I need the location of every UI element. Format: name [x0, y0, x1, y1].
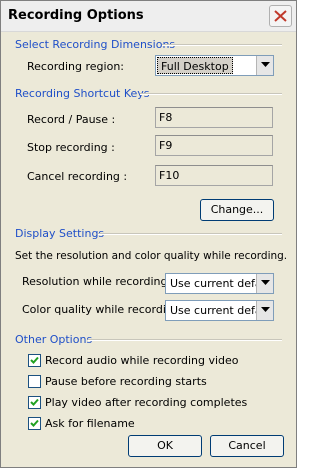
cancel-recording-key-field[interactable]: F10 — [155, 165, 273, 186]
dropdown-arrow-button[interactable] — [256, 274, 273, 293]
display-description: Set the resolution and color quality whi… — [15, 250, 288, 262]
ask-for-filename-checkbox[interactable] — [28, 417, 41, 430]
resolution-select[interactable]: Use current defau — [165, 273, 274, 294]
divider — [162, 44, 282, 46]
section-title-shortcuts: Recording Shortcut Keys — [15, 87, 150, 100]
close-icon — [274, 10, 287, 22]
divider — [98, 233, 282, 235]
stop-recording-label: Stop recording : — [27, 141, 115, 154]
dropdown-arrow-button[interactable] — [256, 301, 273, 320]
cancel-recording-key-value: F10 — [159, 169, 180, 182]
ask-for-filename-label[interactable]: Ask for filename — [45, 417, 135, 430]
play-video-after-checkbox[interactable] — [28, 396, 41, 409]
color-quality-label: Color quality while recording: — [22, 303, 184, 316]
checkmark-icon — [30, 356, 39, 364]
checkmark-icon — [30, 398, 39, 406]
recording-region-value: Full Desktop — [157, 57, 233, 74]
resolution-label: Resolution while recording: — [22, 275, 172, 288]
section-title-other: Other Options — [15, 333, 93, 346]
window-title: Recording Options — [8, 8, 144, 23]
record-audio-checkbox[interactable] — [28, 354, 41, 367]
recording-region-select[interactable]: Full Desktop — [155, 55, 274, 76]
dialog-body: Select Recording Dimensions Recording re… — [2, 33, 295, 467]
chevron-down-icon — [261, 280, 270, 285]
title-bar[interactable]: Recording Options — [1, 1, 296, 32]
stop-recording-key-field[interactable]: F9 — [155, 135, 273, 156]
close-button[interactable] — [269, 5, 292, 27]
record-pause-key-value: F8 — [159, 111, 173, 124]
recording-options-dialog: Recording Options Select Recording Dimen… — [0, 0, 297, 468]
ok-button[interactable]: OK — [128, 435, 202, 457]
stop-recording-key-value: F9 — [159, 139, 173, 152]
divider — [140, 93, 282, 95]
section-title-dimensions: Select Recording Dimensions — [15, 38, 176, 51]
pause-before-recording-checkbox[interactable] — [28, 375, 41, 388]
record-audio-label[interactable]: Record audio while recording video — [45, 354, 239, 367]
record-pause-label: Record / Pause : — [27, 113, 116, 126]
dropdown-arrow-button[interactable] — [256, 56, 273, 75]
recording-region-label: Recording region: — [27, 60, 125, 73]
cancel-button[interactable]: Cancel — [210, 435, 284, 457]
change-button[interactable]: Change... — [200, 199, 274, 221]
chevron-down-icon — [261, 62, 270, 67]
cancel-recording-label: Cancel recording : — [27, 170, 128, 183]
checkmark-icon — [30, 419, 39, 427]
chevron-down-icon — [261, 307, 270, 312]
resolution-value: Use current defau — [170, 277, 258, 290]
pause-before-recording-label[interactable]: Pause before recording starts — [45, 375, 207, 388]
section-title-display: Display Settings — [15, 227, 105, 240]
record-pause-key-field[interactable]: F8 — [155, 107, 273, 128]
color-quality-select[interactable]: Use current defau — [165, 300, 274, 321]
divider — [88, 339, 282, 341]
play-video-after-label[interactable]: Play video after recording completes — [45, 396, 247, 409]
color-quality-value: Use current defau — [170, 304, 258, 317]
